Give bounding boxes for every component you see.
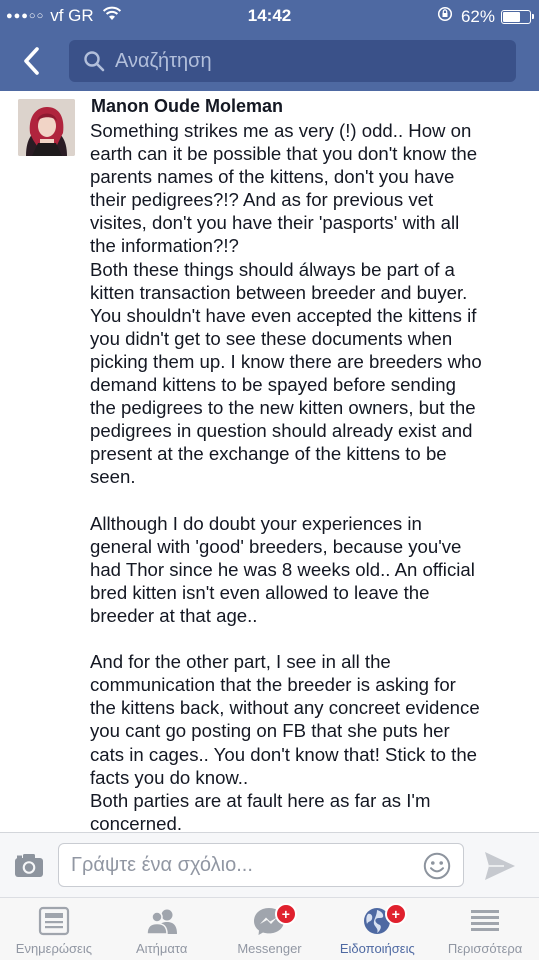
status-bar: ●●●○○ vf GR 14:42 62% [0,0,539,30]
comment-line: general with 'good' breeders, because yo… [90,535,462,557]
tab-news-feed[interactable]: Ενημερώσεις [0,898,108,960]
comment-line: communication that the breeder is asking… [90,674,456,696]
comment-line: bred kitten isn't even allowed to leave … [90,581,430,603]
chevron-left-icon [24,47,39,75]
comment-line: facts you do know.. [90,766,249,788]
comment-field[interactable] [58,843,464,887]
comment-line: seen. [90,466,136,488]
header: ●●●○○ vf GR 14:42 62% [0,0,539,91]
tab-more[interactable]: Περισσότερα [431,898,539,960]
comment-author[interactable]: Manon Oude Moleman [91,96,283,117]
tab-label: Περισσότερα [447,941,523,956]
notifications-badge: + [384,903,407,925]
battery-percent: 62% [460,6,495,26]
status-right: 62% [437,6,534,27]
tab-label: Ενημερώσεις [15,941,92,956]
comment-line: had Thor since he was 8 weeks old.. An o… [90,558,475,580]
comment-line: demand kittens to be spayed before sendi… [90,374,456,396]
comment-line: cats in cages.. You don't know that! Sti… [90,743,478,765]
back-button[interactable] [16,44,46,78]
comment-input[interactable] [71,853,411,877]
more-menu-icon [471,910,500,931]
camera-button[interactable] [14,852,44,878]
comment: Manon Oude Moleman Something strikes me … [0,91,539,832]
battery-icon [501,9,534,24]
comment-line: present at the exchange of the kittens t… [90,443,447,465]
comment-line: Allthough I do doubt your experiences in [90,512,422,534]
send-button[interactable] [484,851,516,881]
comment-line: pedigrees in question should already exi… [90,420,473,442]
tab-label: Messenger [237,941,302,956]
comment-line: breeder at that age.. [90,604,258,626]
battery-level [503,11,521,22]
comment-line: Something strikes me as very (!) odd.. H… [90,120,472,141]
comment-line: the information?!? [90,235,239,257]
comment-line: picking them up. I know there are breede… [90,350,482,372]
comment-line: the pedigrees to the new kitten owners, … [90,397,476,419]
send-icon [485,852,515,880]
comment-line [90,627,530,650]
comment-line: visites, don't you have their 'pasports'… [90,212,460,234]
tab-notifications[interactable]: + Ειδοποιήσεις [323,898,431,960]
comment-line: You shouldn't have even accepted the kit… [90,304,477,326]
messenger-badge: + [274,903,297,925]
comment-line: you cant go posting on FB that she puts … [90,720,450,742]
nav-bar [0,38,539,84]
comment-line [90,489,530,512]
comment-line: kitten transaction between breeder and b… [90,281,468,303]
tab-label: Αιτήματα [135,941,188,956]
avatar[interactable] [18,99,75,156]
friend-requests-icon [145,909,177,935]
comment-line: parents names of the kittens, don't you … [90,166,455,188]
comment-line: you didn't get to see these documents wh… [90,327,453,349]
comment-composer [0,832,539,897]
comment-text: Something strikes me as very (!) odd.. H… [90,119,530,832]
rotation-lock-icon [437,6,453,27]
search-box[interactable] [69,40,516,82]
news-feed-icon [38,906,69,936]
smiley-icon [423,852,451,880]
comment-line: And for the other part, I see in all the [90,651,391,673]
comment-line: Both these things should álways be part … [90,258,455,280]
tab-messenger[interactable]: + Messenger [216,898,324,960]
comment-line: concerned. [90,812,182,832]
comment-line: the kittens back, without any concreet e… [90,697,480,719]
comment-line: Both parties are at fault here as far as… [90,789,431,811]
tab-bar: Ενημερώσεις Αιτήματα + Messenger + Ειδοπ… [0,897,539,960]
comment-line: their pedigrees?!? And as for previous v… [90,189,434,211]
tab-friend-requests[interactable]: Αιτήματα [108,898,216,960]
search-icon [83,50,105,72]
search-input[interactable] [115,49,495,73]
tab-label: Ειδοποιήσεις [339,941,415,956]
sticker-button[interactable] [423,852,451,880]
comment-line: earth can it be possible that you don't … [90,143,478,165]
camera-icon [15,854,43,877]
